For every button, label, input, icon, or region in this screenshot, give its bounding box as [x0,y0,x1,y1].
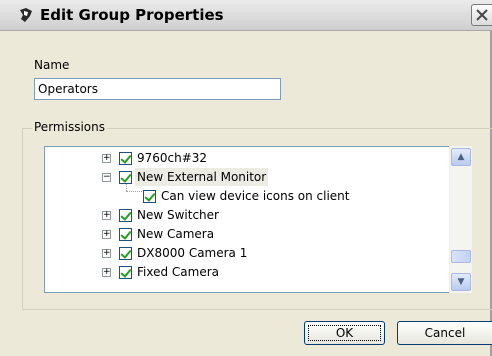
checkbox-icon[interactable] [119,171,132,184]
cancel-button[interactable]: Cancel [397,321,492,345]
checkbox-icon[interactable] [119,247,132,260]
tree-item-label: 9760ch#32 [137,151,208,165]
name-input[interactable] [34,78,281,100]
checkbox-icon[interactable] [119,209,132,222]
tree-item[interactable]: − New External Monitor [45,168,445,186]
scroll-down-icon[interactable]: ▼ [451,273,471,291]
window-title: Edit Group Properties [40,6,224,24]
close-icon [476,9,488,21]
expand-icon[interactable]: + [102,154,111,163]
collapse-icon[interactable]: − [102,173,111,182]
permissions-scrollbar[interactable]: ▲ ▼ [449,146,472,293]
expand-icon[interactable]: + [102,268,111,277]
tree-item-label: Fixed Camera [137,265,220,279]
permissions-label: Permissions [32,120,107,134]
tree-item[interactable]: Can view device icons on client [45,187,465,205]
tree-item[interactable]: + New Camera [45,225,445,243]
tree-item[interactable]: + New Switcher [45,206,445,224]
checkbox-icon[interactable] [119,266,132,279]
name-label: Name [34,58,70,72]
tree-item-label: New Camera [137,227,215,241]
tree-item[interactable]: + DX8000 Camera 1 [45,244,445,262]
scroll-up-icon[interactable]: ▲ [451,148,471,166]
tree-item[interactable]: + Fixed Camera [45,263,445,281]
group-properties-icon [20,8,32,22]
scroll-thumb[interactable] [451,250,471,263]
permissions-tree[interactable]: + 9760ch#32 − New External Monitor Can v… [44,146,472,293]
checkbox-icon[interactable] [143,190,156,203]
edit-group-dialog: Edit Group Properties Name Permissions +… [0,0,492,356]
tree-item-label: New External Monitor [135,168,269,186]
expand-icon[interactable]: + [102,230,111,239]
expand-icon[interactable]: + [102,211,111,220]
tree-item-label: DX8000 Camera 1 [137,246,248,260]
ok-label: OK [308,325,381,341]
checkbox-icon[interactable] [119,228,132,241]
title-bar[interactable]: Edit Group Properties [0,0,492,31]
tree-item[interactable]: + 9760ch#32 [45,149,445,167]
tree-item-label: Can view device icons on client [161,189,350,203]
close-button[interactable] [471,4,492,26]
expand-icon[interactable]: + [102,249,111,258]
checkbox-icon[interactable] [119,152,132,165]
tree-item-label: New Switcher [137,208,219,222]
ok-button[interactable]: OK [304,321,385,345]
